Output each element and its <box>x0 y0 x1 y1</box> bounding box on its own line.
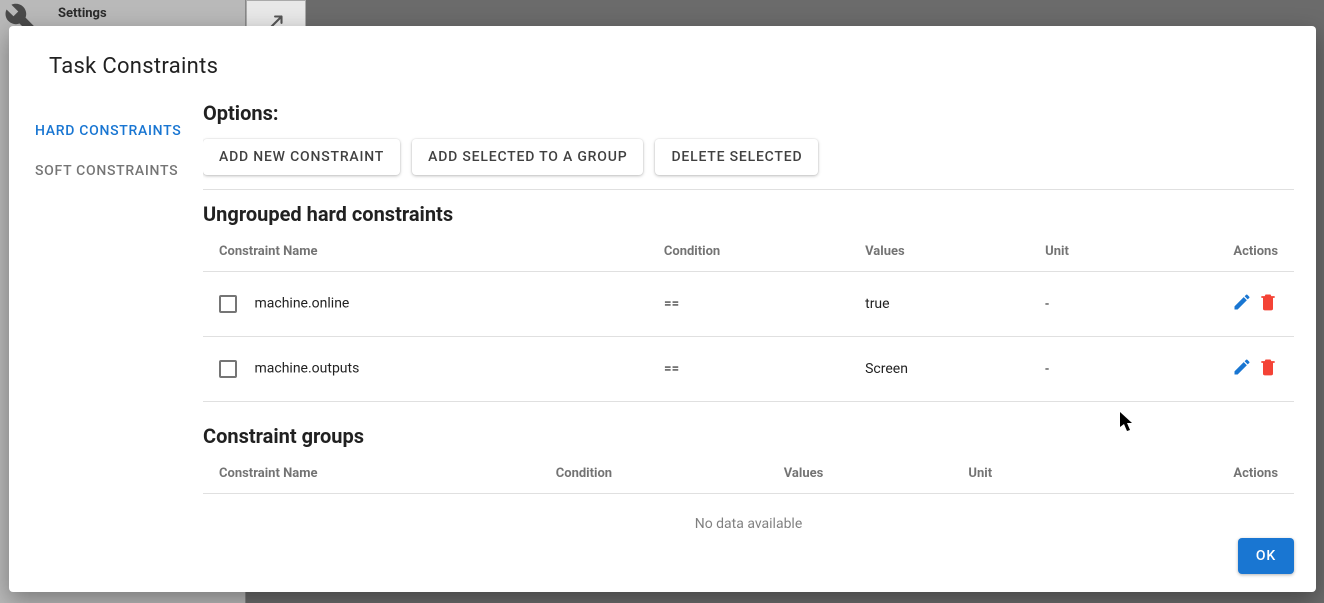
tab-soft-constraints[interactable]: SOFT CONSTRAINTS <box>9 151 203 191</box>
ok-button[interactable]: OK <box>1238 538 1294 574</box>
row-checkbox[interactable] <box>219 295 237 313</box>
col-values: Values <box>768 454 953 494</box>
pencil-icon <box>1232 357 1252 377</box>
delete-button[interactable] <box>1258 357 1278 377</box>
col-values: Values <box>849 232 1029 272</box>
trash-icon <box>1258 292 1278 312</box>
options-button-row: ADD NEW CONSTRAINT ADD SELECTED TO A GRO… <box>203 139 1294 189</box>
values-cell: true <box>849 272 1029 337</box>
unit-cell: - <box>1029 337 1167 402</box>
trash-icon <box>1258 357 1278 377</box>
tab-list: HARD CONSTRAINTS SOFT CONSTRAINTS <box>9 97 203 528</box>
values-cell: Screen <box>849 337 1029 402</box>
delete-selected-button[interactable]: DELETE SELECTED <box>655 139 818 175</box>
col-condition: Condition <box>540 454 768 494</box>
dialog-footer: OK <box>9 528 1316 592</box>
background-sidebar-label: Settings <box>58 6 107 21</box>
groups-section-title: Constraint groups <box>203 402 1294 454</box>
dialog-content: Options: ADD NEW CONSTRAINT ADD SELECTED… <box>203 97 1316 528</box>
table-row: machine.online == true - <box>203 272 1294 337</box>
add-new-constraint-button[interactable]: ADD NEW CONSTRAINT <box>203 139 400 175</box>
col-actions: Actions <box>1096 454 1294 494</box>
col-actions: Actions <box>1167 232 1294 272</box>
delete-button[interactable] <box>1258 292 1278 312</box>
task-constraints-dialog: Task Constraints HARD CONSTRAINTS SOFT C… <box>9 26 1316 592</box>
row-checkbox[interactable] <box>219 360 237 378</box>
col-constraint-name: Constraint Name <box>203 232 648 272</box>
col-constraint-name: Constraint Name <box>203 454 540 494</box>
col-unit: Unit <box>1029 232 1167 272</box>
groups-empty-message: No data available <box>203 494 1294 528</box>
constraint-groups-table: Constraint Name Condition Values Unit Ac… <box>203 454 1294 494</box>
tab-hard-constraints[interactable]: HARD CONSTRAINTS <box>9 111 203 151</box>
ungrouped-section-title: Ungrouped hard constraints <box>203 189 1294 232</box>
col-condition: Condition <box>648 232 849 272</box>
options-label: Options: <box>203 97 1294 139</box>
add-selected-to-group-button[interactable]: ADD SELECTED TO A GROUP <box>412 139 643 175</box>
edit-button[interactable] <box>1232 357 1252 377</box>
condition-cell: == <box>648 337 849 402</box>
constraint-name-cell: machine.online <box>254 296 349 312</box>
pencil-icon <box>1232 292 1252 312</box>
dialog-title: Task Constraints <box>9 26 1316 97</box>
ungrouped-constraints-table: Constraint Name Condition Values Unit Ac… <box>203 232 1294 402</box>
condition-cell: == <box>648 272 849 337</box>
col-unit: Unit <box>952 454 1096 494</box>
unit-cell: - <box>1029 272 1167 337</box>
table-row: machine.outputs == Screen - <box>203 337 1294 402</box>
constraint-name-cell: machine.outputs <box>254 361 359 377</box>
edit-button[interactable] <box>1232 292 1252 312</box>
